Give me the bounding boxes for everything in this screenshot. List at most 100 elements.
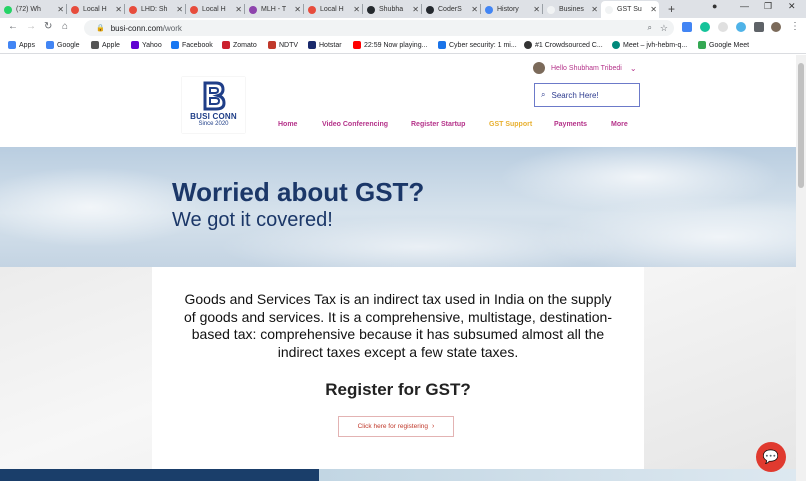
nav-payments[interactable]: Payments <box>554 121 587 128</box>
close-tab-icon[interactable]: ✕ <box>471 5 478 14</box>
github-icon <box>367 5 375 14</box>
grammarly-icon[interactable] <box>700 22 710 32</box>
close-tab-icon[interactable]: ✕ <box>591 5 598 14</box>
whatsapp-icon <box>4 5 12 14</box>
search-placeholder: Search Here! <box>551 90 599 100</box>
mlh-icon <box>249 5 257 14</box>
puzzle-icon[interactable] <box>754 22 764 32</box>
close-tab-icon[interactable]: ✕ <box>57 5 64 14</box>
browser-tab[interactable]: Local H ✕ <box>67 1 124 18</box>
page-icon <box>438 41 446 49</box>
cloud-icon[interactable] <box>736 22 746 32</box>
bookmark-google-meet[interactable]: Google Meet <box>698 41 749 49</box>
page-icon <box>605 5 613 14</box>
close-window-icon[interactable]: ✕ <box>788 1 796 12</box>
new-tab-button[interactable]: + <box>668 2 675 16</box>
bookmark-apple[interactable]: Apple <box>91 41 120 49</box>
logo-tagline: Since 2020 <box>198 121 229 127</box>
chat-icon: 💬 <box>762 449 780 464</box>
scrollbar-thumb[interactable] <box>798 63 804 188</box>
close-tab-icon[interactable]: ✕ <box>353 5 360 14</box>
facebook-icon <box>171 41 179 49</box>
globe-icon <box>524 41 532 49</box>
hero-subtitle: We got it covered! <box>172 209 333 231</box>
zoom-search-icon[interactable]: ⌕ <box>648 23 652 33</box>
search-icon: ⌕ <box>541 90 546 99</box>
globe-icon <box>612 41 620 49</box>
page-icon <box>547 5 555 14</box>
browser-tab[interactable]: Local H ✕ <box>186 1 244 18</box>
profile-avatar[interactable] <box>771 22 781 32</box>
bookmark-yahoo[interactable]: Yahoo <box>131 41 162 49</box>
home-icon[interactable]: ⌂ <box>62 21 68 32</box>
gst-info-card: Goods and Services Tax is an indirect ta… <box>152 267 644 469</box>
bookmark-ndtv[interactable]: NDTV <box>268 41 298 49</box>
bookmark-meet-link[interactable]: Meet – jvh-hebm-q... <box>612 41 687 49</box>
nav-more[interactable]: More <box>611 121 628 128</box>
browser-tab-active[interactable]: GST Su ✕ <box>601 1 659 18</box>
bookmark-zomato[interactable]: Zomato <box>222 41 257 49</box>
browser-tab[interactable]: Local H ✕ <box>304 1 362 18</box>
nav-video-conferencing[interactable]: Video Conferencing <box>322 121 388 128</box>
youtube-icon <box>353 41 361 49</box>
user-greeting: Hello Shubham Tribedi <box>551 64 622 72</box>
forward-icon[interactable]: → <box>26 21 36 32</box>
tab-search-icon[interactable]: ● <box>712 1 717 11</box>
user-menu[interactable]: Hello Shubham Tribedi ⌄ <box>533 62 637 74</box>
google-icon <box>46 41 54 49</box>
close-tab-icon[interactable]: ✕ <box>176 5 183 14</box>
close-tab-icon[interactable]: ✕ <box>533 5 540 14</box>
extension-icon[interactable] <box>718 22 728 32</box>
nav-register-startup[interactable]: Register Startup <box>411 121 465 128</box>
search-input[interactable]: ⌕ Search Here! <box>534 83 640 107</box>
browser-tab[interactable]: MLH - T ✕ <box>245 1 303 18</box>
web-page: BUSI CONN Since 2020 Hello Shubham Tribe… <box>0 55 796 481</box>
devpost-icon <box>308 5 316 14</box>
extension-icon[interactable] <box>682 22 692 32</box>
close-tab-icon[interactable]: ✕ <box>235 5 242 14</box>
reload-icon[interactable]: ↻ <box>44 21 52 32</box>
browser-tab[interactable]: Busines ✕ <box>543 1 600 18</box>
chat-button[interactable]: 💬 <box>756 442 786 472</box>
apple-icon <box>91 41 99 49</box>
yahoo-icon <box>131 41 139 49</box>
bookmark-cyber[interactable]: Cyber security: 1 mi... <box>438 41 517 49</box>
bookmark-apps[interactable]: Apps <box>8 41 35 49</box>
browser-toolbar: ← → ↻ ⌂ 🔒 busi-conn.com/work ⌕ ☆ ⋮ <box>0 18 806 38</box>
menu-icon[interactable]: ⋮ <box>790 21 800 32</box>
minimize-icon[interactable]: — <box>740 1 749 11</box>
bookmark-google[interactable]: Google <box>46 41 80 49</box>
back-icon[interactable]: ← <box>8 21 18 32</box>
footer-strip-dark <box>0 469 319 481</box>
devpost-icon <box>71 5 79 14</box>
scrollbar[interactable] <box>796 55 806 481</box>
site-logo[interactable]: BUSI CONN Since 2020 <box>182 77 245 133</box>
chevron-down-icon: ⌄ <box>629 63 637 73</box>
url-path: /work <box>162 23 182 33</box>
close-tab-icon[interactable]: ✕ <box>294 5 301 14</box>
close-tab-icon[interactable]: ✕ <box>412 5 419 14</box>
register-heading: Register for GST? <box>325 380 471 399</box>
maximize-icon[interactable]: ❐ <box>764 1 772 12</box>
bookmark-facebook[interactable]: Facebook <box>171 41 213 49</box>
browser-tab[interactable]: History ✕ <box>481 1 542 18</box>
register-button[interactable]: Click here for registering › <box>338 416 454 437</box>
star-icon[interactable]: ☆ <box>660 23 668 34</box>
register-button-label: Click here for registering <box>357 423 429 430</box>
footer-strip-image <box>319 469 796 481</box>
bookmark-youtube[interactable]: 22:59 Now playing... <box>353 41 427 49</box>
close-tab-icon[interactable]: ✕ <box>650 5 657 14</box>
tab-strip: (72) Wh ✕ Local H ✕ LHD: Sh ✕ Local H ✕ MLH … <box>0 0 806 18</box>
browser-tab[interactable]: (72) Wh ✕ <box>0 1 66 18</box>
nav-gst-support[interactable]: GST Support <box>489 121 532 128</box>
address-bar[interactable]: 🔒 busi-conn.com/work ⌕ ☆ <box>84 20 674 36</box>
browser-tab[interactable]: CoderS ✕ <box>422 1 480 18</box>
bookmark-hotstar[interactable]: Hotstar <box>308 41 342 49</box>
busiconn-logo-icon <box>203 81 226 111</box>
close-tab-icon[interactable]: ✕ <box>115 5 122 14</box>
browser-tab[interactable]: LHD: Sh ✕ <box>125 1 185 18</box>
nav-home[interactable]: Home <box>278 121 297 128</box>
browser-tab[interactable]: Shubha ✕ <box>363 1 421 18</box>
bookmark-crowdsourced[interactable]: #1 Crowdsourced C... <box>524 41 603 49</box>
avatar <box>533 62 545 74</box>
